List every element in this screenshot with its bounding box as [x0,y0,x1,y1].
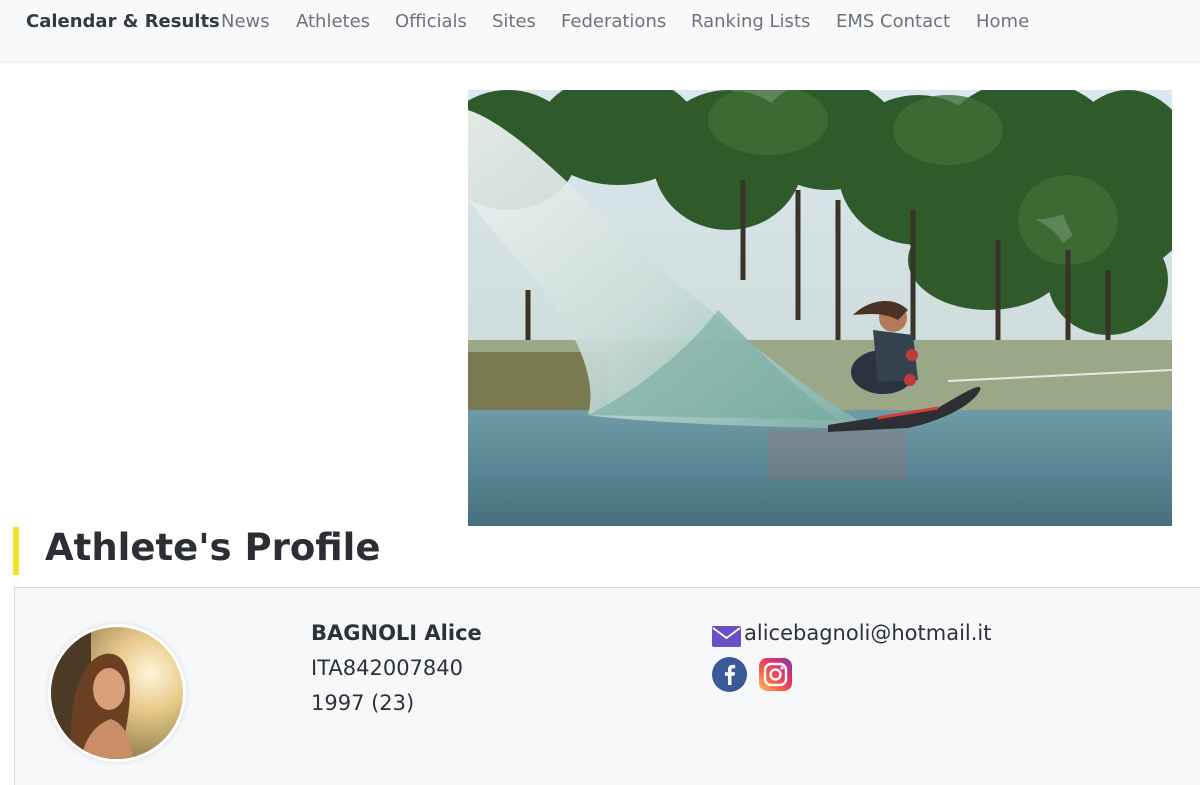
athlete-avatar [48,624,186,762]
facebook-icon[interactable] [712,657,747,692]
nav-home[interactable]: Home [976,11,1029,32]
nav-officials[interactable]: Officials [395,11,467,32]
nav-news[interactable]: News [221,11,270,32]
athlete-birth-year: 1997 (23) [311,691,415,715]
nav-federations[interactable]: Federations [561,11,666,32]
profile-card [14,587,1200,785]
page-title: Athlete's Profile [45,526,381,569]
nav-ranking-lists[interactable]: Ranking Lists [691,11,810,32]
nav-sites[interactable]: Sites [492,11,536,32]
top-navbar: Calendar & Results News Athletes Officia… [0,0,1200,62]
email-link[interactable]: alicebagnoli@hotmail.it [744,621,992,645]
nav-ems-contact[interactable]: EMS Contact [836,11,950,32]
hero-image [468,90,1172,526]
title-accent-bar [13,527,19,575]
nav-athletes[interactable]: Athletes [296,11,370,32]
nav-calendar-results[interactable]: Calendar & Results [26,11,220,32]
athlete-id: ITA842007840 [311,656,464,680]
athlete-name: BAGNOLI Alice [311,621,482,645]
instagram-icon[interactable] [759,658,792,691]
envelope-icon [712,626,741,647]
